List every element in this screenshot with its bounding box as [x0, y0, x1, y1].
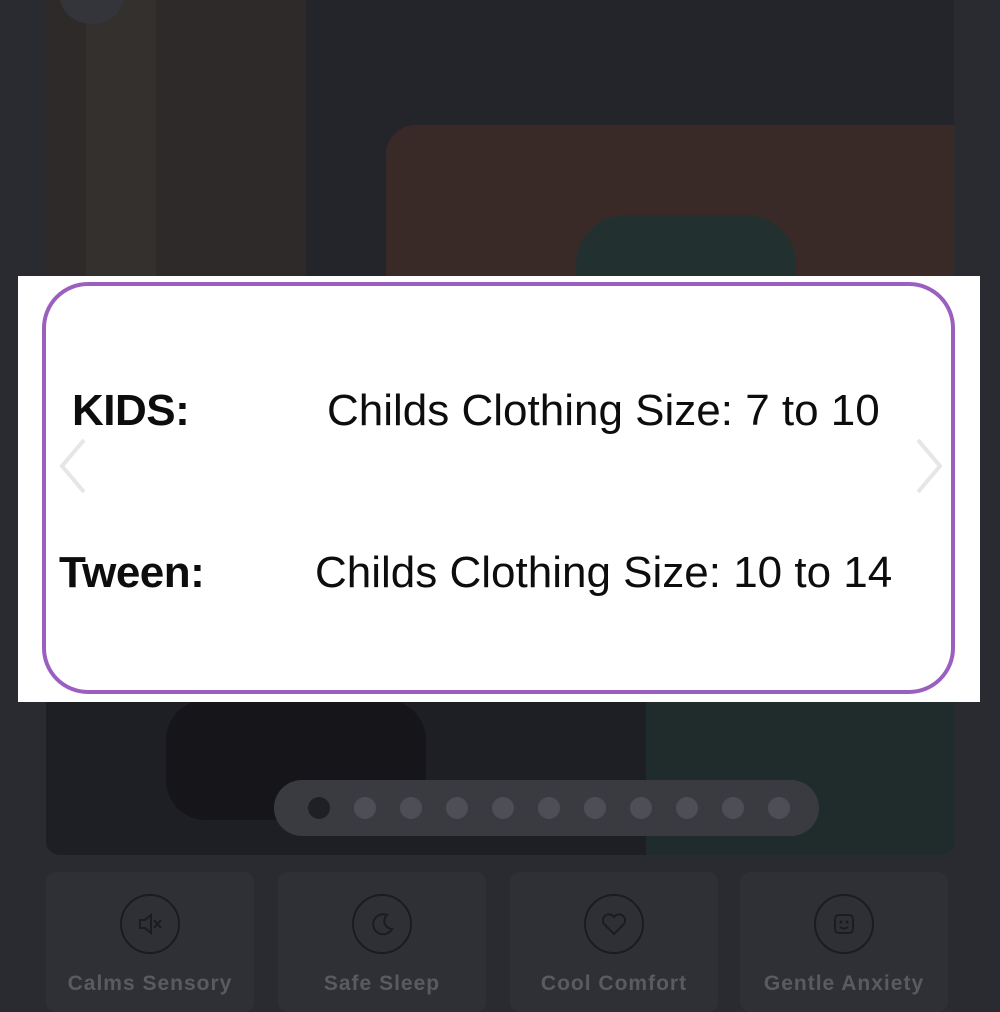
speaker-mute-icon — [120, 894, 180, 954]
carousel-dot[interactable] — [768, 797, 790, 819]
carousel-dot[interactable] — [584, 797, 606, 819]
carousel-dot[interactable] — [630, 797, 652, 819]
carousel-dot[interactable] — [676, 797, 698, 819]
feature-label: Gentle Anxiety — [763, 972, 925, 995]
carousel-dot[interactable] — [492, 797, 514, 819]
feature-card-cool-comfort: Cool Comfort — [510, 872, 718, 1012]
carousel-dot[interactable] — [538, 797, 560, 819]
smiley-icon — [814, 894, 874, 954]
feature-label: Calms Sensory — [67, 972, 233, 995]
kids-size-value: Childs Clothing Size: 7 to 10 — [327, 386, 880, 435]
size-chart-slide: KIDS: Childs Clothing Size: 7 to 10 Twee… — [18, 276, 980, 702]
feature-card-calms-sensory: Calms Sensory — [46, 872, 254, 1012]
moon-icon — [352, 894, 412, 954]
feature-card-safe-sleep: Safe Sleep — [278, 872, 486, 1012]
feature-label: Safe Sleep — [323, 972, 441, 995]
heart-icon — [584, 894, 644, 954]
carousel-dot[interactable] — [400, 797, 422, 819]
carousel-dot[interactable] — [354, 797, 376, 819]
feature-label: Cool Comfort — [540, 972, 688, 995]
carousel-dot[interactable] — [308, 797, 330, 819]
feature-card-gentle-anxiety: Gentle Anxiety — [740, 872, 948, 1012]
chevron-right-icon[interactable] — [910, 436, 946, 496]
carousel-pagination — [274, 780, 819, 836]
tween-size-value: Childs Clothing Size: 10 to 14 — [315, 548, 893, 597]
tween-size-label: Tween: — [59, 548, 205, 597]
chevron-left-icon[interactable] — [56, 436, 92, 496]
size-chart-frame — [42, 282, 955, 694]
kids-size-label: KIDS: — [72, 386, 190, 435]
carousel-dot[interactable] — [722, 797, 744, 819]
carousel-dot[interactable] — [446, 797, 468, 819]
